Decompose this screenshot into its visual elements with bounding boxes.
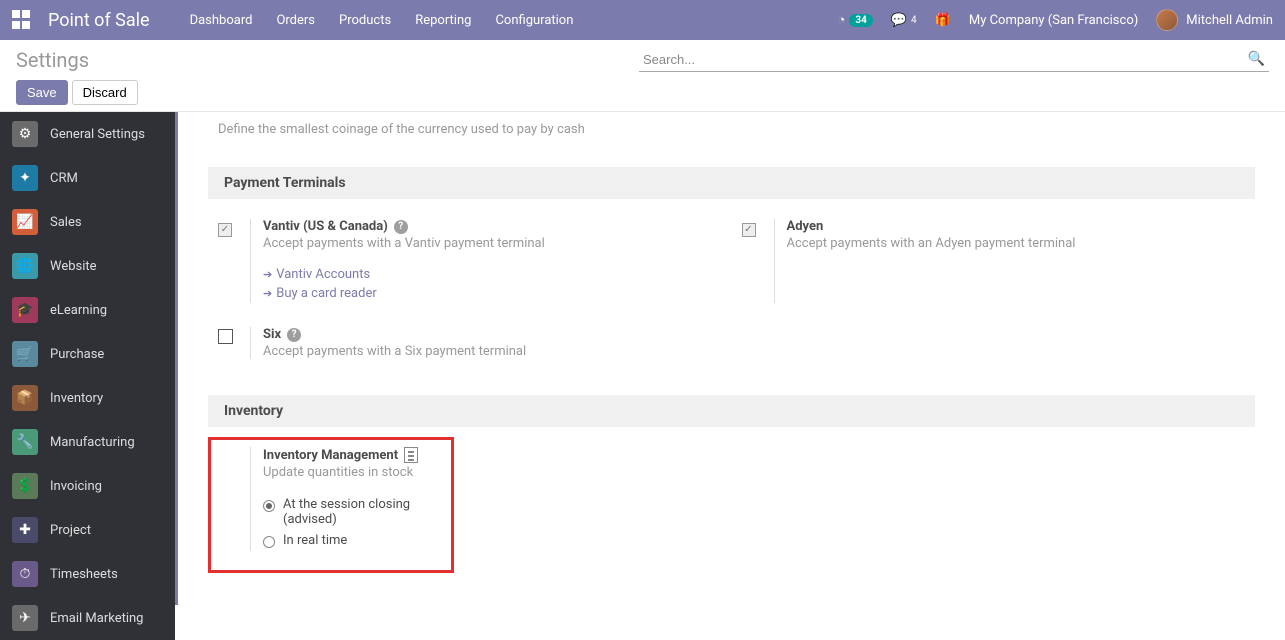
nav-configuration[interactable]: Configuration xyxy=(495,13,573,28)
setting-six: Six ? Accept payments with a Six payment… xyxy=(208,319,1255,375)
cash-rounding-desc: Define the smallest coinage of the curre… xyxy=(218,112,1285,167)
inventory-mgmt-desc: Update quantities in stock xyxy=(263,465,722,480)
gift-icon[interactable]: 🎁 xyxy=(935,13,951,28)
sidebar-item-elearning[interactable]: 🎓 eLearning xyxy=(0,288,175,332)
enterprise-icon xyxy=(404,447,418,463)
sidebar-item-website[interactable]: 🌐 Website xyxy=(0,244,175,288)
sidebar-item-inventory[interactable]: 📦 Inventory xyxy=(0,376,175,420)
sidebar-item-label: Timesheets xyxy=(50,567,118,582)
adyen-checkbox[interactable] xyxy=(742,223,756,237)
six-checkbox[interactable] xyxy=(218,329,233,344)
radio-session-closing[interactable] xyxy=(263,500,275,512)
activity-badge: 34 xyxy=(849,14,872,27)
sidebar-item-timesheets[interactable]: ⏱ Timesheets xyxy=(0,552,175,596)
sidebar-item-label: Website xyxy=(50,259,97,274)
radio-real-time-label: In real time xyxy=(283,533,347,548)
vantiv-label: Vantiv (US & Canada) xyxy=(263,219,388,234)
vantiv-checkbox[interactable] xyxy=(218,223,232,237)
sidebar-item-crm[interactable]: ✦ CRM xyxy=(0,156,175,200)
timesheets-icon: ⏱ xyxy=(12,561,38,587)
navbar-menu: Dashboard Orders Products Reporting Conf… xyxy=(190,13,574,28)
email-marketing-icon: ✈ xyxy=(12,605,38,631)
sidebar-item-general-settings[interactable]: ⚙ General Settings xyxy=(0,112,175,156)
vantiv-accounts-link[interactable]: ➔Vantiv Accounts xyxy=(263,265,722,284)
sidebar-item-label: Inventory xyxy=(50,391,103,406)
search-icon[interactable]: 🔍 xyxy=(1248,51,1265,67)
user-menu[interactable]: Mitchell Admin xyxy=(1156,9,1273,31)
page-title: Settings xyxy=(16,48,89,72)
sidebar-item-label: Email Marketing xyxy=(50,611,143,626)
save-button[interactable]: Save xyxy=(16,80,68,105)
app-title: Point of Sale xyxy=(48,10,150,31)
vantiv-desc: Accept payments with a Vantiv payment te… xyxy=(263,236,722,251)
invoicing-icon: 💲 xyxy=(12,473,38,499)
radio-session-closing-label: At the session closing (advised) xyxy=(283,497,443,527)
sidebar-item-email-marketing[interactable]: ✈ Email Marketing xyxy=(0,596,175,640)
sidebar-item-label: Invoicing xyxy=(50,479,102,494)
sidebar-item-project[interactable]: ✚ Project xyxy=(0,508,175,552)
messages-badge: 4 xyxy=(911,15,917,26)
sidebar-item-invoicing[interactable]: 💲 Invoicing xyxy=(0,464,175,508)
crm-icon: ✦ xyxy=(12,165,38,191)
setting-adyen: Adyen Accept payments with an Adyen paym… xyxy=(732,211,1256,319)
radio-real-time[interactable] xyxy=(263,536,275,548)
nav-reporting[interactable]: Reporting xyxy=(415,13,471,28)
sidebar-item-label: eLearning xyxy=(50,303,107,318)
six-desc: Accept payments with a Six payment termi… xyxy=(263,344,1245,359)
project-icon: ✚ xyxy=(12,517,38,543)
sidebar-item-label: General Settings xyxy=(50,127,145,142)
sidebar-item-label: Project xyxy=(50,523,91,538)
sidebar-item-manufacturing[interactable]: 🔧 Manufacturing xyxy=(0,420,175,464)
nav-dashboard[interactable]: Dashboard xyxy=(190,13,253,28)
help-icon[interactable]: ? xyxy=(394,220,408,234)
sidebar-item-label: Manufacturing xyxy=(50,435,135,450)
activities-button[interactable]: ◔ 34 xyxy=(838,12,873,28)
company-name[interactable]: My Company (San Francisco) xyxy=(969,13,1138,28)
section-inventory: Inventory xyxy=(208,395,1255,427)
arrow-right-icon: ➔ xyxy=(263,287,272,300)
inventory-icon: 📦 xyxy=(12,385,38,411)
clock-icon: ◔ xyxy=(838,12,846,28)
sidebar-item-sales[interactable]: 📈 Sales xyxy=(0,200,175,244)
sidebar-item-label: Sales xyxy=(50,215,82,230)
nav-orders[interactable]: Orders xyxy=(276,13,315,28)
nav-products[interactable]: Products xyxy=(339,13,391,28)
settings-content: Define the smallest coinage of the curre… xyxy=(175,112,1285,605)
website-icon: 🌐 xyxy=(12,253,38,279)
messages-button[interactable]: 💬 4 xyxy=(891,13,917,28)
avatar xyxy=(1156,9,1178,31)
adyen-desc: Accept payments with an Adyen payment te… xyxy=(787,236,1246,251)
setting-inventory-management: Inventory Management Update quantities i… xyxy=(208,439,732,567)
sidebar-item-label: Purchase xyxy=(50,347,104,362)
manufacturing-icon: 🔧 xyxy=(12,429,38,455)
user-name: Mitchell Admin xyxy=(1186,13,1273,28)
section-payment-terminals: Payment Terminals xyxy=(208,167,1255,199)
help-icon[interactable]: ? xyxy=(287,328,301,342)
settings-sidebar: ⚙ General Settings ✦ CRM 📈 Sales 🌐 Website 🎓 eLea… xyxy=(0,112,175,640)
inventory-mgmt-label: Inventory Management xyxy=(263,448,398,463)
sales-icon: 📈 xyxy=(12,209,38,235)
sidebar-item-label: CRM xyxy=(50,171,78,186)
search-input[interactable] xyxy=(639,48,1269,72)
setting-vantiv: Vantiv (US & Canada) ? Accept payments w… xyxy=(208,211,732,319)
apps-menu-icon[interactable] xyxy=(12,10,32,30)
top-navbar: Point of Sale Dashboard Orders Products … xyxy=(0,0,1285,40)
sidebar-item-purchase[interactable]: 🛒 Purchase xyxy=(0,332,175,376)
purchase-icon: 🛒 xyxy=(12,341,38,367)
buy-card-reader-link[interactable]: ➔Buy a card reader xyxy=(263,284,722,303)
arrow-right-icon: ➔ xyxy=(263,268,272,281)
six-label: Six xyxy=(263,327,281,342)
discard-button[interactable]: Discard xyxy=(72,80,138,105)
control-panel: Settings 🔍 Save Discard xyxy=(0,40,1285,112)
chat-icon: 💬 xyxy=(891,13,907,28)
adyen-label: Adyen xyxy=(787,219,824,234)
elearning-icon: 🎓 xyxy=(12,297,38,323)
general-settings-icon: ⚙ xyxy=(12,121,38,147)
